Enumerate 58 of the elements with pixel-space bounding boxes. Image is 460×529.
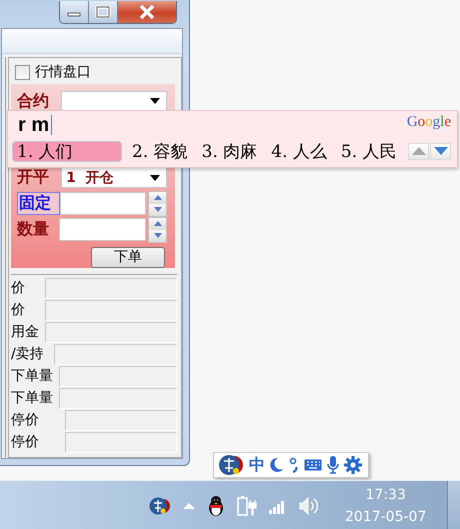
- maximize-button[interactable]: [89, 1, 118, 23]
- date-text: 2017-05-07: [345, 508, 426, 526]
- field-label: 合约: [17, 90, 50, 112]
- field-label: 开平: [17, 167, 50, 188]
- field-label: 数量: [17, 219, 50, 240]
- field-label: 价: [11, 279, 25, 297]
- submit-button[interactable]: 下单: [91, 247, 165, 268]
- input-field[interactable]: [59, 218, 146, 242]
- text-cursor: [51, 115, 52, 135]
- input-mode-toggle[interactable]: 中: [249, 454, 265, 476]
- up-arrow-icon: [412, 147, 426, 155]
- down-arrow-icon: [154, 207, 162, 212]
- candidate-item[interactable]: 1. 人们: [12, 140, 122, 162]
- candidate-item[interactable]: 3. 肉麻: [198, 138, 262, 164]
- field-label: 固定: [17, 192, 60, 216]
- input-field[interactable]: [60, 192, 146, 216]
- up-arrow-icon: [154, 195, 162, 200]
- pinyin-text: r m: [18, 114, 50, 136]
- punctuation-icon[interactable]: [289, 457, 299, 473]
- brand-logo: Google: [406, 114, 451, 131]
- caret-icon: [150, 174, 160, 181]
- show-desktop-button[interactable]: [447, 481, 460, 529]
- field-label: 停价: [11, 411, 39, 429]
- spin-up-button[interactable]: [149, 218, 166, 230]
- field-label: 价: [11, 301, 25, 319]
- spin-down-button[interactable]: [149, 230, 166, 242]
- candidate-item[interactable]: 4. 人么: [267, 138, 331, 164]
- dropdown[interactable]: 1 开仓: [61, 167, 167, 188]
- microphone-icon[interactable]: [327, 456, 339, 474]
- minimize-button[interactable]: [60, 1, 89, 23]
- settings-icon[interactable]: [344, 456, 362, 474]
- checkbox-label: 行情盘口: [35, 63, 91, 81]
- penguin-icon[interactable]: [207, 494, 225, 516]
- down-arrow-icon: [434, 147, 448, 155]
- page-up-button[interactable]: [408, 142, 429, 160]
- close-button[interactable]: [118, 1, 176, 23]
- spin-up-button[interactable]: [149, 192, 166, 204]
- ime-logo-icon[interactable]: [149, 496, 171, 516]
- candidate-item[interactable]: 2. 容貌: [128, 138, 192, 164]
- checkbox[interactable]: [15, 64, 30, 80]
- up-arrow-icon: [154, 221, 162, 226]
- keyboard-icon[interactable]: [304, 459, 322, 471]
- field-label: 下单量: [11, 389, 53, 407]
- maximize-icon: [95, 6, 111, 18]
- time-text: 17:33: [366, 486, 406, 504]
- field-label: 用金: [11, 323, 39, 341]
- spin-down-button[interactable]: [149, 204, 166, 216]
- caret-icon: [150, 98, 160, 104]
- close-icon: [138, 5, 156, 19]
- speaker-icon[interactable]: [299, 496, 319, 516]
- candidate-item[interactable]: 5. 人民: [336, 138, 400, 164]
- field-label: 下单量: [11, 367, 53, 385]
- page-down-button[interactable]: [430, 142, 451, 160]
- field-label: /卖持: [11, 345, 44, 363]
- ime-logo-icon[interactable]: [218, 454, 244, 476]
- moon-icon[interactable]: [270, 457, 284, 473]
- down-arrow-icon: [154, 233, 162, 238]
- field-label: 停价: [11, 433, 39, 451]
